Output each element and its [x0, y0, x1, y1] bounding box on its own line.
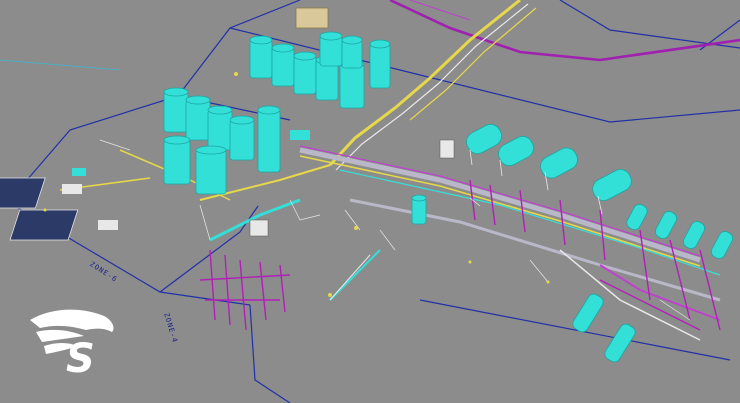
storage-tank-farm-north[interactable]: [249, 31, 391, 109]
cad-viewport[interactable]: ZONE-6 ZONE-4 S: [0, 0, 740, 403]
magenta-pipeline: [389, 0, 740, 62]
eagle-head-logo-icon: S: [30, 309, 114, 376]
generator-skids[interactable]: [0, 168, 118, 241]
storage-tank-farm-west[interactable]: [163, 87, 427, 225]
valve-markers: [43, 72, 550, 297]
logo-glyph: S: [66, 336, 95, 376]
